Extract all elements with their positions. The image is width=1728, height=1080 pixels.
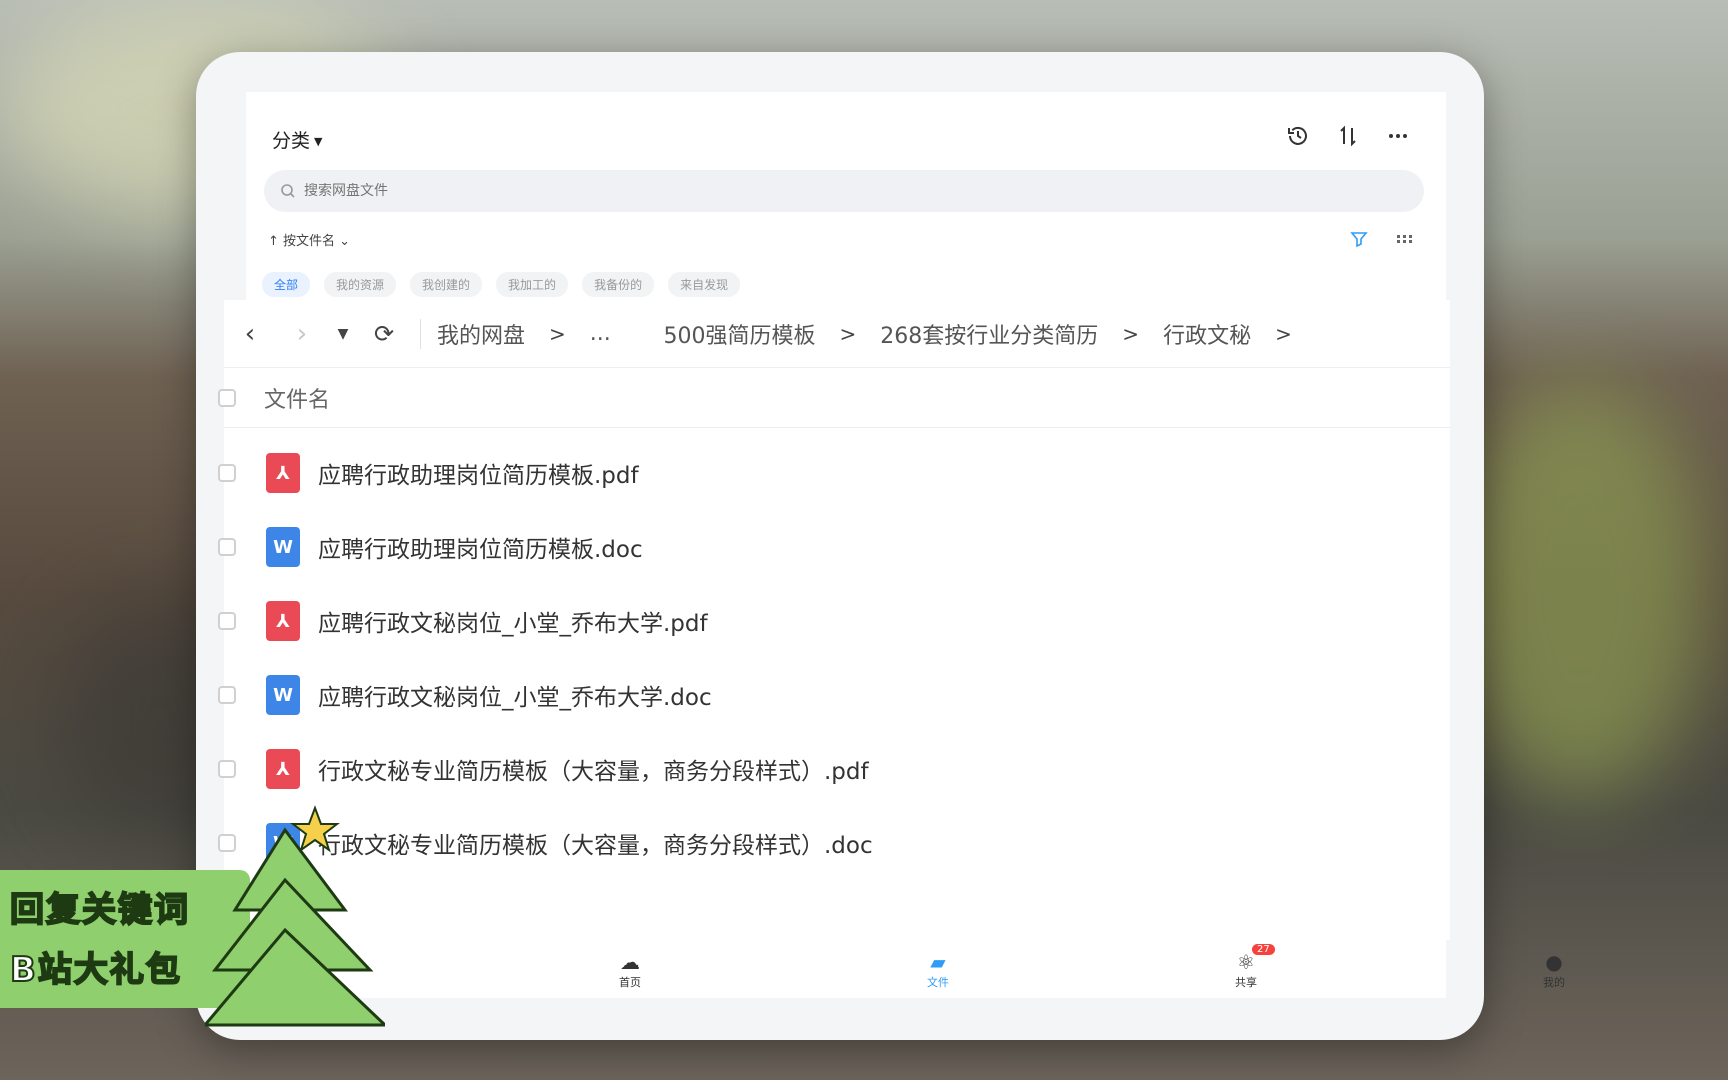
grid-view-icon[interactable] bbox=[1396, 230, 1414, 248]
row-checkbox[interactable] bbox=[218, 686, 236, 704]
top-bar: 分类 ▼ bbox=[246, 120, 1446, 156]
chevron-right-icon: > bbox=[1275, 321, 1292, 346]
sort-row: ↑ 按文件名 ⌄ bbox=[268, 230, 1428, 254]
search-bar[interactable] bbox=[264, 170, 1424, 212]
history-icon[interactable] bbox=[1284, 122, 1312, 150]
word-file-icon: W bbox=[266, 527, 300, 567]
column-filename[interactable]: 文件名 bbox=[264, 382, 330, 414]
file-row[interactable]: ⅄ 应聘行政助理岗位简历模板.pdf bbox=[218, 436, 1450, 510]
row-checkbox[interactable] bbox=[218, 760, 236, 778]
tab-label: 我的 bbox=[1543, 976, 1565, 989]
category-label: 分类 bbox=[272, 130, 311, 152]
caret-down-icon: ▼ bbox=[314, 135, 323, 148]
notification-badge: 27 bbox=[1252, 944, 1275, 955]
christmas-tree-icon bbox=[205, 805, 385, 1027]
select-all-checkbox[interactable] bbox=[218, 388, 236, 407]
file-row[interactable]: W 应聘行政助理岗位简历模板.doc bbox=[218, 510, 1450, 584]
chip-processed[interactable]: 我加工的 bbox=[496, 272, 569, 297]
file-row[interactable]: ⅄ 行政文秘专业简历模板（大容量，商务分段样式）.pdf bbox=[218, 732, 1450, 806]
pdf-file-icon: ⅄ bbox=[266, 601, 300, 641]
file-name[interactable]: 行政文秘专业简历模板（大容量，商务分段样式）.pdf bbox=[318, 752, 869, 786]
breadcrumb-admin[interactable]: 行政文秘 bbox=[1163, 318, 1251, 350]
nav-bar: ‹ › ▼ ⟳ 我的网盘 > ... > 500强简历模板 > 268套按行业分类简历… bbox=[224, 300, 1450, 368]
nav-divider bbox=[420, 318, 421, 349]
back-icon[interactable]: ‹ bbox=[224, 319, 276, 349]
file-row[interactable]: W 行政文秘专业简历模板（大容量，商务分段样式）.doc bbox=[218, 806, 1450, 880]
chip-backed-up[interactable]: 我备份的 bbox=[582, 272, 655, 297]
tab-share[interactable]: ⚛ 共享 27 bbox=[1216, 944, 1276, 990]
search-input[interactable] bbox=[304, 183, 904, 199]
pdf-file-icon: ⅄ bbox=[266, 453, 300, 493]
file-name[interactable]: 应聘行政助理岗位简历模板.doc bbox=[318, 530, 643, 564]
file-row[interactable]: ⅄ 应聘行政文秘岗位_小堂_乔布大学.pdf bbox=[218, 584, 1450, 658]
bottom-tab-bar: ☁ 首页 ▰ 文件 ⚛ 共享 27 ● 我的 bbox=[246, 944, 1565, 998]
chip-created[interactable]: 我创建的 bbox=[410, 272, 483, 297]
filter-chips: 全部 我的资源 我创建的 我加工的 我备份的 来自发现 bbox=[262, 272, 741, 297]
pdf-file-icon: ⅄ bbox=[266, 749, 300, 789]
avatar-icon: ● bbox=[1545, 950, 1563, 974]
file-list-header: 文件名 bbox=[218, 368, 1450, 428]
breadcrumb-500[interactable]: 500强简历模板 bbox=[664, 318, 816, 350]
chip-all[interactable]: 全部 bbox=[262, 272, 311, 297]
breadcrumb-my-drive[interactable]: 我的网盘 bbox=[437, 318, 525, 350]
chip-discover[interactable]: 来自发现 bbox=[668, 272, 741, 297]
sort-icon[interactable] bbox=[1334, 122, 1362, 150]
search-icon bbox=[281, 184, 295, 198]
tab-me[interactable]: ● 我的 bbox=[1524, 950, 1584, 990]
tab-label: 文件 bbox=[927, 976, 949, 989]
chevron-right-icon: > bbox=[549, 321, 566, 346]
row-checkbox[interactable] bbox=[218, 538, 236, 556]
row-checkbox[interactable] bbox=[218, 464, 236, 482]
tab-files[interactable]: ▰ 文件 bbox=[908, 950, 968, 990]
file-name[interactable]: 行政文秘专业简历模板（大容量，商务分段样式）.doc bbox=[318, 826, 873, 860]
tab-label: 首页 bbox=[619, 976, 641, 989]
tab-home[interactable]: ☁ 首页 bbox=[600, 950, 660, 990]
cloud-icon: ☁ bbox=[620, 950, 640, 974]
file-name[interactable]: 应聘行政助理岗位简历模板.pdf bbox=[318, 456, 639, 490]
sort-by-name[interactable]: ↑ 按文件名 ⌄ bbox=[268, 234, 350, 249]
breadcrumb-268[interactable]: 268套按行业分类简历 bbox=[880, 318, 1098, 350]
file-name[interactable]: 应聘行政文秘岗位_小堂_乔布大学.pdf bbox=[318, 604, 708, 638]
history-dropdown-icon[interactable]: ▼ bbox=[328, 326, 358, 342]
chip-my-resources[interactable]: 我的资源 bbox=[324, 272, 397, 297]
row-checkbox[interactable] bbox=[218, 612, 236, 630]
breadcrumb: 我的网盘> ...> 500强简历模板> 268套按行业分类简历> 行政文秘> bbox=[437, 318, 1316, 350]
promo-line2: B站大礼包 bbox=[9, 949, 182, 991]
category-dropdown[interactable]: 分类 ▼ bbox=[272, 126, 322, 153]
filter-icon[interactable] bbox=[1350, 230, 1368, 248]
file-name[interactable]: 应聘行政文秘岗位_小堂_乔布大学.doc bbox=[318, 678, 712, 712]
refresh-icon[interactable]: ⟳ bbox=[358, 320, 410, 348]
promo-line1: 回复关键词 bbox=[9, 889, 190, 931]
chevron-right-icon: > bbox=[839, 321, 857, 346]
file-row[interactable]: W 应聘行政文秘岗位_小堂_乔布大学.doc bbox=[218, 658, 1450, 732]
chevron-right-icon: > bbox=[1122, 321, 1140, 346]
breadcrumb-ellipsis[interactable]: ... bbox=[590, 321, 611, 346]
sort-label: 按文件名 bbox=[283, 234, 336, 249]
tab-label: 共享 bbox=[1235, 976, 1257, 989]
more-icon[interactable] bbox=[1384, 122, 1412, 150]
forward-icon[interactable]: › bbox=[276, 319, 328, 349]
file-manager-panel: ‹ › ▼ ⟳ 我的网盘 > ... > 500强简历模板 > 268套按行业分类简历… bbox=[218, 300, 1450, 940]
word-file-icon: W bbox=[266, 675, 300, 715]
folder-icon: ▰ bbox=[930, 950, 946, 974]
